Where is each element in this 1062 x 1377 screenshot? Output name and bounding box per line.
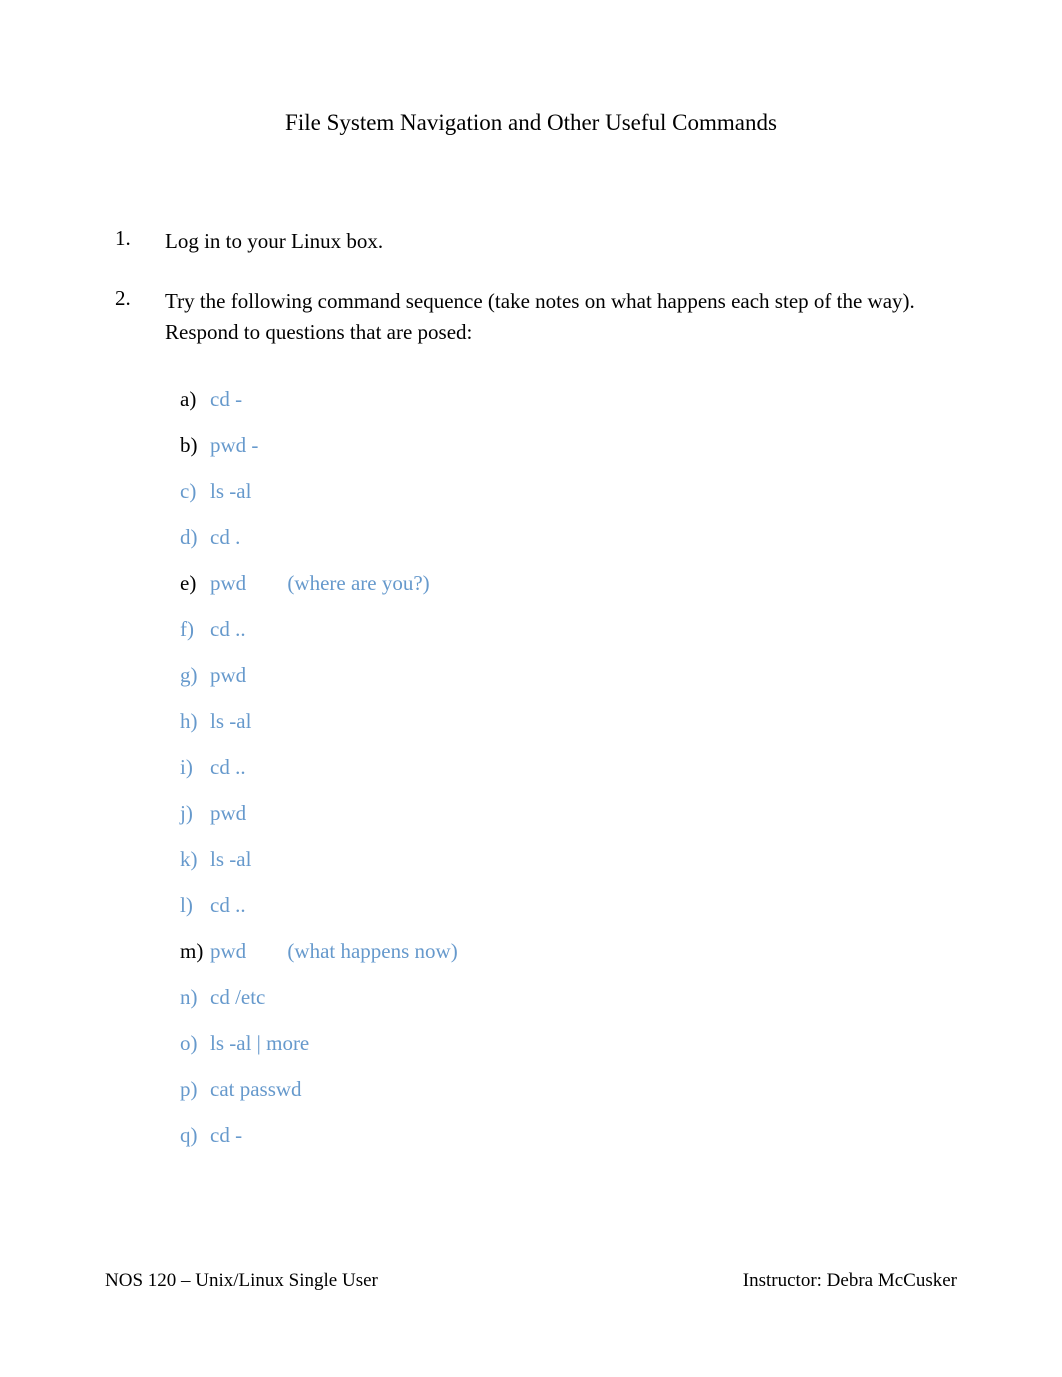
command-text: pwd - [210,433,258,457]
command-item: a) cd - [210,387,957,412]
item-letter: f) [180,617,194,642]
command-item: l) cd .. [210,893,957,918]
command-item: g) pwd [210,663,957,688]
command-text: cd - [210,1123,242,1147]
command-item: d) cd . [210,525,957,550]
item-letter: g) [180,663,198,688]
page-title: File System Navigation and Other Useful … [105,110,957,136]
item-number: 1. [115,226,131,251]
command-note: (where are you?) [287,571,429,595]
command-text: cd .. [210,617,246,641]
item-letter: a) [180,387,196,412]
command-item: h) ls -al [210,709,957,734]
command-item: j) pwd [210,801,957,826]
command-item: i) cd .. [210,755,957,780]
item-letter: l) [180,893,193,918]
command-item: q) cd - [210,1123,957,1148]
list-item: 2. Try the following command sequence (t… [165,286,957,1148]
command-text: cat passwd [210,1077,302,1101]
command-text: pwd [210,571,246,595]
item-letter: o) [180,1031,198,1056]
command-text: cd .. [210,755,246,779]
command-text: ls -al | more [210,1031,309,1055]
item-letter: c) [180,479,196,504]
command-list: a) cd - b) pwd - c) ls -al d) cd . e) pw… [165,387,957,1148]
command-item: n) cd /etc [210,985,957,1010]
command-item: k) ls -al [210,847,957,872]
item-number: 2. [115,286,131,311]
instruction-text: Try the following command sequence (take… [165,289,915,343]
instruction-text: Log in to your Linux box. [165,229,383,253]
command-text: ls -al [210,847,251,871]
footer-right: Instructor: Debra McCusker [743,1270,957,1292]
command-text: cd .. [210,893,246,917]
command-item: f) cd .. [210,617,957,642]
command-text: pwd [210,801,246,825]
command-item: e) pwd (where are you?) [210,571,957,596]
item-letter: j) [180,801,193,826]
page-footer: NOS 120 – Unix/Linux Single User Instruc… [105,1270,957,1292]
item-letter: q) [180,1123,198,1148]
command-item: m) pwd (what happens now) [210,939,957,964]
command-text: ls -al [210,709,251,733]
command-text: pwd [210,663,246,687]
list-item: 1. Log in to your Linux box. [165,226,957,256]
item-letter: i) [180,755,193,780]
footer-left: NOS 120 – Unix/Linux Single User [105,1270,378,1292]
command-item: b) pwd - [210,433,957,458]
command-text: pwd [210,939,246,963]
item-letter: m) [180,939,203,964]
command-item: c) ls -al [210,479,957,504]
command-note: (what happens now) [287,939,457,963]
item-letter: e) [180,571,196,596]
command-item: o) ls -al | more [210,1031,957,1056]
item-letter: p) [180,1077,198,1102]
main-list: 1. Log in to your Linux box. 2. Try the … [105,226,957,1148]
command-item: p) cat passwd [210,1077,957,1102]
item-letter: d) [180,525,198,550]
item-letter: k) [180,847,198,872]
command-text: cd . [210,525,240,549]
item-letter: h) [180,709,198,734]
item-letter: n) [180,985,198,1010]
command-text: cd - [210,387,242,411]
item-letter: b) [180,433,198,458]
command-text: ls -al [210,479,251,503]
command-text: cd /etc [210,985,265,1009]
